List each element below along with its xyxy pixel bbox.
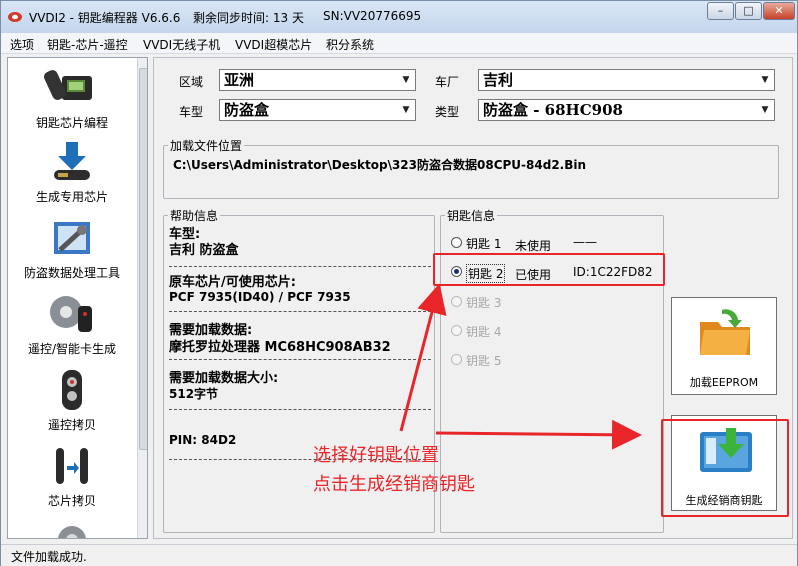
sidebar-item-generate-chip[interactable]: 生成专用芯片 (8, 140, 136, 205)
file-path-text: C:\Users\Administrator\Desktop\323防盗合数据0… (173, 158, 587, 172)
maker-label: 车厂 (435, 75, 460, 89)
sidebar-item-remote-smartcard[interactable]: 遥控/智能卡生成 (8, 292, 136, 357)
sidebar-item-label: 钥匙芯片编程 (35, 116, 108, 130)
sidebar-scroll-thumb[interactable] (139, 68, 147, 450)
close-button[interactable]: ✕ (763, 2, 795, 20)
maker-value: 吉利 (483, 71, 514, 89)
model-select[interactable]: 防盗盒 ▼ (219, 99, 416, 121)
chevron-down-icon: ▼ (402, 75, 410, 85)
sidebar-item-label: 生成专用芯片 (35, 190, 108, 204)
tools-icon (54, 222, 90, 254)
separator (169, 266, 431, 267)
app-title: VVDI2 - 钥匙编程器 V6.6.6 (29, 11, 181, 25)
maker-select[interactable]: 吉利 ▼ (478, 69, 775, 91)
type-label: 类型 (435, 105, 460, 119)
remote-icon (62, 370, 82, 410)
app-logo-icon (8, 12, 22, 22)
serial-number: SN:VV20776695 (323, 9, 422, 23)
load-eeprom-label: 加载EEPROM (689, 376, 759, 389)
help-pin: PIN: 84D2 (169, 433, 237, 447)
status-bar: 文件加载成功. (1, 544, 797, 566)
help-chip-value: PCF 7935(ID40) / PCF 7935 (169, 290, 351, 304)
key-1-status: 未使用 (515, 239, 552, 253)
separator (169, 409, 431, 410)
model-value: 防盗盒 (224, 101, 270, 119)
help-info-legend: 帮助信息 (170, 209, 219, 223)
load-eeprom-button[interactable]: 加载EEPROM (671, 297, 777, 395)
menu-points-system[interactable]: 积分系统 (326, 36, 374, 53)
sidebar-item-key-chip-programming[interactable]: 钥匙芯片编程 (8, 66, 136, 131)
sidebar-item-label: 遥控/智能卡生成 (27, 342, 117, 356)
sync-time: 剩余同步时间: 13 天 (193, 11, 304, 25)
sidebar-scrollbar[interactable] (137, 58, 147, 538)
remote-gear-icon (50, 296, 92, 332)
help-size-title: 需要加载数据大小: (169, 371, 279, 386)
maximize-button[interactable]: □ (735, 2, 762, 20)
sidebar-item-label: 遥控拷贝 (47, 418, 96, 432)
sidebar-item-immo-data-tools[interactable]: 防盗数据处理工具 (8, 216, 136, 281)
key-info-legend: 钥匙信息 (447, 209, 496, 223)
main-window: VVDI2 - 钥匙编程器 V6.6.6 剩余同步时间: 13 天 SN:VV2… (0, 0, 798, 566)
region-label: 区域 (179, 75, 204, 89)
minimize-button[interactable]: – (707, 2, 734, 20)
sidebar-item-remote-copy[interactable]: 遥控拷贝 (8, 368, 136, 433)
title-bar: VVDI2 - 钥匙编程器 V6.6.6 剩余同步时间: 13 天 SN:VV2… (1, 1, 797, 33)
menu-options[interactable]: 选项 (10, 36, 34, 53)
help-chip-title: 原车芯片/可使用芯片: (169, 275, 296, 290)
type-select[interactable]: 防盗盒 - 68HC908 ▼ (478, 99, 775, 121)
region-select[interactable]: 亚洲 ▼ (219, 69, 416, 91)
region-value: 亚洲 (224, 71, 255, 89)
chip-copy-icon (56, 448, 88, 484)
folder-load-icon (700, 309, 750, 355)
menu-vvdi-remote-sub[interactable]: VVDI无线子机 (143, 36, 220, 53)
menu-bar: 选项 钥匙-芯片-遥控 VVDI无线子机 VVDI超模芯片 积分系统 (1, 33, 797, 54)
menu-vvdi-super-chip[interactable]: VVDI超模芯片 (235, 36, 312, 53)
menu-key-chip-remote[interactable]: 钥匙-芯片-遥控 (47, 36, 128, 53)
separator (169, 311, 431, 312)
sidebar-item-label: 芯片拷贝 (47, 494, 96, 508)
annotation-line-2: 点击生成经销商钥匙 (313, 474, 475, 495)
type-value: 防盗盒 - 68HC908 (483, 101, 623, 119)
status-text: 文件加载成功. (11, 550, 87, 564)
chevron-down-icon: ▼ (402, 105, 410, 115)
model-label: 车型 (179, 105, 204, 119)
chevron-down-icon: ▼ (761, 75, 769, 85)
sidebar-item-label: 防盗数据处理工具 (23, 266, 120, 280)
load-file-legend: 加载文件位置 (170, 139, 243, 153)
annotation-line-1: 选择好钥匙位置 (313, 445, 439, 466)
help-model-value: 吉利 防盗盒 (169, 243, 239, 258)
help-data-value: 摩托罗拉处理器 MC68HC908AB32 (169, 340, 391, 355)
sidebar-item-chip-copy[interactable]: 芯片拷贝 (8, 444, 136, 509)
help-size-value: 512字节 (169, 387, 219, 401)
chevron-down-icon: ▼ (761, 105, 769, 115)
highlight-generate-button-box (661, 419, 789, 517)
download-chip-icon (54, 142, 90, 180)
gear-icon (58, 526, 86, 538)
key-chip-icon (43, 70, 92, 100)
function-sidebar: 钥匙芯片编程 生成专用芯片 防盗数据处理工具 遥控/智能卡生成 遥控拷贝 芯片拷… (7, 57, 148, 539)
key-1-id: —— (573, 235, 597, 249)
key-1-label: 钥匙 1 (466, 237, 502, 251)
radio-button[interactable] (451, 237, 462, 248)
separator (169, 359, 431, 360)
annotation-arrows-icon (399, 283, 642, 450)
